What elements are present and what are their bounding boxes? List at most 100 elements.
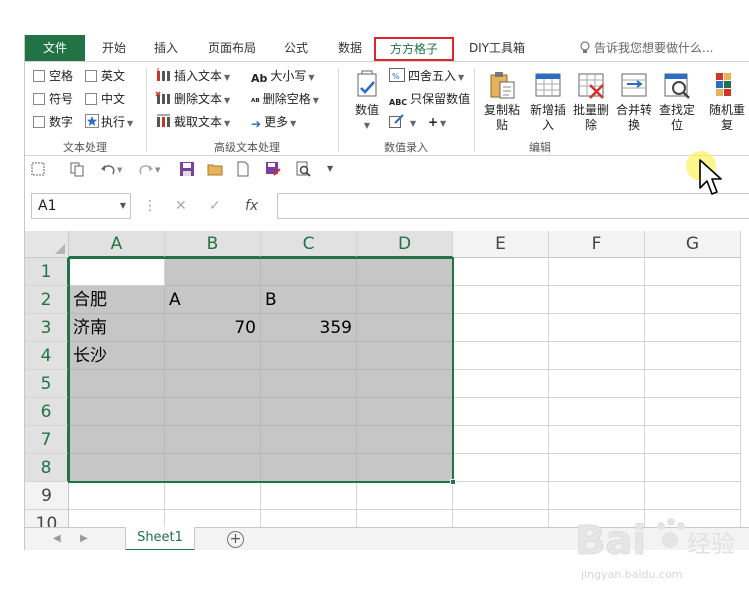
tab-fangfang-gezi[interactable]: 方方格子 <box>374 37 454 61</box>
round-button[interactable]: % 四舍五入 ▼ <box>389 66 464 86</box>
insert-function-icon[interactable]: fx <box>245 193 258 219</box>
cancel-icon[interactable]: ✕ <box>175 193 187 219</box>
open-folder-icon[interactable] <box>207 161 223 177</box>
delete-space-button[interactable]: ᴬᴮ 删除空格 ▼ <box>251 89 319 109</box>
copy-icon[interactable] <box>69 161 85 177</box>
cell-c1[interactable] <box>261 258 357 286</box>
cell-a9[interactable] <box>69 482 165 510</box>
cell-c4[interactable] <box>261 342 357 370</box>
delete-text-button[interactable]: 删除文本 ▼ <box>155 89 230 109</box>
cell-e9[interactable] <box>453 482 549 510</box>
row-header-3[interactable]: 3 <box>25 314 69 342</box>
cell-a10[interactable] <box>69 510 165 527</box>
cell-g6[interactable] <box>645 398 741 426</box>
checkbox-symbol[interactable]: 符号 <box>33 90 73 108</box>
find-locate-button[interactable]: 查找定位 <box>655 70 699 133</box>
cell-g1[interactable] <box>645 258 741 286</box>
cell-b5[interactable] <box>165 370 261 398</box>
batch-delete-button[interactable]: 批量删除 <box>569 70 613 133</box>
cell-b10[interactable] <box>165 510 261 527</box>
column-header-d[interactable]: D <box>357 231 453 258</box>
checkbox-space[interactable]: 空格 <box>33 67 73 85</box>
add-sheet-icon[interactable]: + <box>227 531 244 548</box>
cell-f1[interactable] <box>549 258 645 286</box>
row-header-9[interactable]: 9 <box>25 482 69 510</box>
cell-a4[interactable]: 长沙 <box>69 342 165 370</box>
execute-button[interactable]: 执行 ▼ <box>85 113 133 131</box>
column-header-b[interactable]: B <box>165 231 261 258</box>
spreadsheet-grid[interactable]: A B C D E F G 1 2 3 4 5 6 7 8 9 10 合肥 A … <box>25 231 749 527</box>
case-button[interactable]: Ab 大小写 ▼ <box>251 66 315 86</box>
scroll-right-icon[interactable]: ▶ <box>80 528 88 550</box>
cell-b9[interactable] <box>165 482 261 510</box>
cell-e1[interactable] <box>453 258 549 286</box>
cell-a6[interactable] <box>69 398 165 426</box>
select-all-button[interactable] <box>25 231 69 258</box>
cell-f5[interactable] <box>549 370 645 398</box>
sheet-tab-sheet1[interactable]: Sheet1 <box>125 527 195 550</box>
fill-handle[interactable] <box>450 479 456 485</box>
row-header-4[interactable]: 4 <box>25 342 69 370</box>
cell-e3[interactable] <box>453 314 549 342</box>
chevron-down-icon[interactable]: ▼ <box>120 194 126 218</box>
cell-d2[interactable] <box>357 286 453 314</box>
cell-f6[interactable] <box>549 398 645 426</box>
tab-data[interactable]: 数据 <box>335 35 365 61</box>
cell-b3[interactable]: 70 <box>165 314 261 342</box>
cell-g7[interactable] <box>645 426 741 454</box>
cell-c3[interactable]: 359 <box>261 314 357 342</box>
cell-e4[interactable] <box>453 342 549 370</box>
customize-qat-icon[interactable]: ▼ <box>327 161 343 177</box>
row-header-10[interactable]: 10 <box>25 510 69 527</box>
checkbox-chinese[interactable]: 中文 <box>85 90 125 108</box>
cell-a8[interactable] <box>69 454 165 482</box>
save-as-icon[interactable] <box>265 161 281 177</box>
row-header-8[interactable]: 8 <box>25 454 69 482</box>
cell-c8[interactable] <box>261 454 357 482</box>
cell-d4[interactable] <box>357 342 453 370</box>
checkbox-english[interactable]: 英文 <box>85 67 125 85</box>
row-header-2[interactable]: 2 <box>25 286 69 314</box>
column-header-a[interactable]: A <box>69 231 165 258</box>
redo-icon[interactable]: ▼ <box>137 161 161 177</box>
cell-a3[interactable]: 济南 <box>69 314 165 342</box>
table-select-icon[interactable] <box>31 161 47 177</box>
cell-b6[interactable] <box>165 398 261 426</box>
add-insert-button[interactable]: 新增插入 <box>526 70 570 133</box>
name-box[interactable]: A1 ▼ <box>31 193 131 219</box>
cell-c6[interactable] <box>261 398 357 426</box>
cell-b7[interactable] <box>165 426 261 454</box>
cell-f9[interactable] <box>549 482 645 510</box>
cell-a2[interactable]: 合肥 <box>69 286 165 314</box>
tell-me-box[interactable]: 告诉我您想要做什么... <box>580 35 713 61</box>
cell-g3[interactable] <box>645 314 741 342</box>
checkbox-number[interactable]: 数字 <box>33 113 73 131</box>
cell-g9[interactable] <box>645 482 741 510</box>
cell-g8[interactable] <box>645 454 741 482</box>
cell-d7[interactable] <box>357 426 453 454</box>
more-button[interactable]: ➔ 更多 ▼ <box>251 112 296 132</box>
cell-c2[interactable]: B <box>261 286 357 314</box>
copy-paste-button[interactable]: 复制粘贴 <box>480 70 524 133</box>
row-header-7[interactable]: 7 <box>25 426 69 454</box>
formula-input[interactable] <box>277 193 749 219</box>
cell-d6[interactable] <box>357 398 453 426</box>
extract-text-button[interactable]: 截取文本 ▼ <box>155 112 230 132</box>
cell-c9[interactable] <box>261 482 357 510</box>
cell-c7[interactable] <box>261 426 357 454</box>
cell-b1[interactable] <box>165 258 261 286</box>
merge-convert-button[interactable]: 合并转换 <box>612 70 656 133</box>
scroll-left-icon[interactable]: ◀ <box>53 528 61 550</box>
save-icon[interactable] <box>179 161 195 177</box>
column-header-c[interactable]: C <box>261 231 357 258</box>
new-file-icon[interactable] <box>235 161 251 177</box>
cell-g2[interactable] <box>645 286 741 314</box>
column-header-f[interactable]: F <box>549 231 645 258</box>
cell-d1[interactable] <box>357 258 453 286</box>
cell-d10[interactable] <box>357 510 453 527</box>
cell-f2[interactable] <box>549 286 645 314</box>
cell-b4[interactable] <box>165 342 261 370</box>
value-button[interactable]: 数值 ▼ <box>345 70 389 133</box>
cell-g4[interactable] <box>645 342 741 370</box>
row-header-5[interactable]: 5 <box>25 370 69 398</box>
